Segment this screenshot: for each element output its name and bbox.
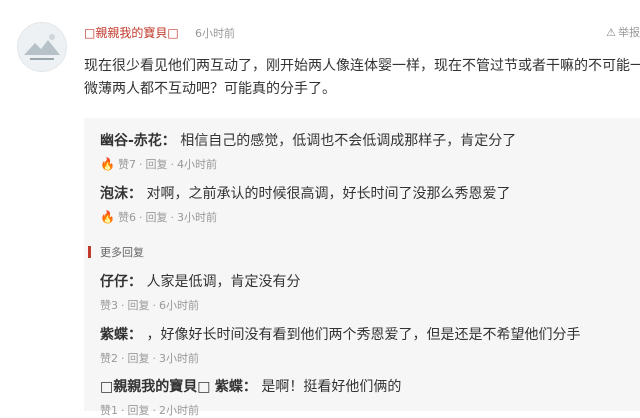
more-replies-marker (88, 246, 91, 258)
reply-time: 6小时前 (159, 299, 199, 312)
comment-text: 现在很少看见他们两互动了，刚开始两人像连体婴一样，现在不管过节或者干嘛的不可能一… (84, 55, 640, 101)
reply-meta: 🔥 赞6 · 回复 · 3小时前 (100, 210, 217, 224)
avatar[interactable] (17, 22, 67, 72)
reply-button[interactable]: 回复 (145, 211, 167, 224)
reply-meta: 赞2 · 回复 · 3小时前 (100, 352, 199, 365)
comment-username[interactable]: □親親我的寶貝□ (84, 24, 179, 41)
comment-time: 6小时前 (195, 27, 235, 40)
reply-item: □親親我的寶貝□ 紫蝶： 是啊！挺看好他们俩的 (100, 376, 401, 396)
report-label: 举报 (618, 26, 640, 39)
reply-user[interactable]: 仔仔： (100, 274, 142, 290)
reply-meta: 赞1 · 回复 · 2小时前 (100, 404, 199, 417)
reply-user[interactable]: 泡沫： (100, 186, 142, 202)
reply-item: 幽谷-赤花： 相信自己的感觉，低调也不会低调成那样子，肯定分了 (100, 130, 516, 150)
reply-text: 对啊，之前承认的时候很高调，好长时间了没那么秀恩爱了 (146, 186, 511, 202)
more-replies-link[interactable]: 更多回复 (100, 244, 144, 260)
like-button[interactable]: 赞2 (100, 352, 118, 365)
reply-user[interactable]: 幽谷-赤花： (100, 133, 176, 149)
warning-icon: ⚠ (606, 26, 616, 39)
reply-item: 紫蝶： ，好像好长时间没有看到他们两个秀恩爱了，但是还是不希望他们分手 (100, 324, 580, 344)
avatar-mountain-icon (18, 23, 66, 71)
like-button[interactable]: 赞7 (118, 158, 136, 171)
reply-meta: 🔥 赞7 · 回复 · 4小时前 (100, 157, 217, 171)
reply-button[interactable]: 回复 (128, 352, 150, 365)
like-button[interactable]: 赞3 (100, 299, 118, 312)
reply-time: 3小时前 (176, 211, 217, 224)
comment-text-line-1: 现在很少看见他们两互动了，刚开始两人像连体婴一样，现在不管过节或者干嘛的不可能一… (84, 58, 640, 74)
reply-text: 相信自己的感觉，低调也不会低调成那样子，肯定分了 (180, 133, 517, 149)
reply-text: ，好像好长时间没有看到他们两个秀恩爱了，但是还是不希望他们分手 (146, 327, 581, 343)
reply-item: 泡沫： 对啊，之前承认的时候很高调，好长时间了没那么秀恩爱了 (100, 183, 510, 203)
reply-user[interactable]: 紫蝶： (100, 327, 142, 343)
reply-item: 仔仔： 人家是低调，肯定没有分 (100, 271, 300, 291)
reply-time: 3小时前 (159, 352, 199, 365)
reply-text: 是啊！挺看好他们俩的 (261, 379, 402, 395)
hot-icon: 🔥 (100, 210, 115, 224)
like-button[interactable]: 赞6 (118, 211, 136, 224)
reply-to-user[interactable]: 紫蝶： (215, 379, 257, 395)
reply-user[interactable]: □親親我的寶貝□ (100, 379, 210, 395)
reply-text: 人家是低调，肯定没有分 (146, 274, 301, 290)
reply-button[interactable]: 回复 (145, 158, 167, 171)
reply-button[interactable]: 回复 (128, 299, 150, 312)
comment-text-line-2: 微薄两人都不互动吧？可能真的分手了。 (84, 81, 336, 97)
hot-icon: 🔥 (100, 157, 115, 171)
reply-meta: 赞3 · 回复 · 6小时前 (100, 299, 199, 312)
reply-box: 幽谷-赤花： 相信自己的感觉，低调也不会低调成那样子，肯定分了 🔥 赞7 · 回复 · 4… (84, 118, 640, 417)
report-button[interactable]: ⚠ 举报 (606, 24, 640, 40)
reply-time: 4小时前 (176, 158, 217, 171)
